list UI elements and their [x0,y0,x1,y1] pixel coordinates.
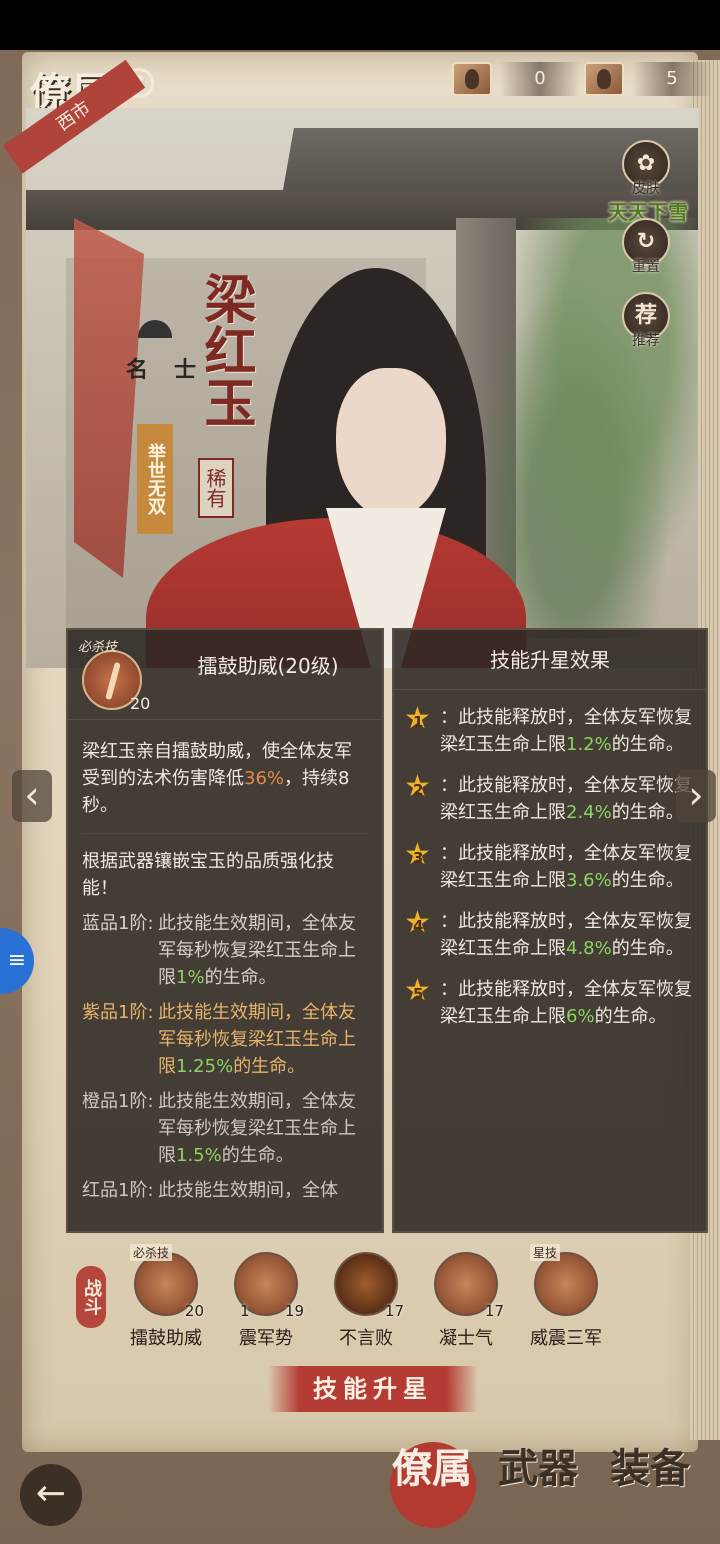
status-bar [0,0,720,50]
star-effects-title: 技能升星效果 [394,630,706,690]
star-icon: ★ 1 [404,701,431,736]
tier-purple: 紫品1阶: 此技能生效期间，全体友军每秒恢复梁红玉生命上限1.25%的生命。 [82,1002,356,1077]
tier-blue: 蓝品1阶: 此技能生效期间，全体友军每秒恢复梁红玉生命上限1%的生命。 [82,913,356,988]
skill-level: 20 [130,694,151,713]
title-badge: 举世无双 [137,424,173,534]
star-effect-item: ★ 4 ：此技能释放时，全体友军恢复梁红玉生命上限4.8%的生命。 [404,905,692,960]
sword-skill-icon: 17 [434,1252,504,1320]
flame-skill-icon: 17 [334,1252,404,1320]
star-effects-panel: 技能升星效果 ★ 1 ：此技能释放时，全体友军恢复梁红玉生命上限1.2%的生命。 … [392,628,708,1233]
battle-category-tab[interactable]: 战斗 [76,1266,106,1328]
hero-scene [26,108,698,668]
recommend-button[interactable]: 荐 推荐 [620,292,672,350]
skin-button[interactable]: ✿ 皮肤 [620,140,672,198]
back-arrow-icon[interactable]: ← [20,1464,82,1526]
skill-slot-5[interactable]: 星技 威震三军 [516,1244,616,1350]
rarity-badge: 稀有 [198,458,234,518]
tier-red: 红品1阶: 此技能生效期间，全体 [82,1180,338,1201]
drum-skill-icon: 必杀技 20 [130,1244,204,1320]
star-effect-item: ★ 1 ：此技能释放时，全体友军恢复梁红玉生命上限1.2%的生命。 [404,701,692,756]
shield-skill-icon: 1 19 [234,1252,304,1320]
skill-note: 根据武器镶嵌宝玉的品质强化技能！ [82,851,334,899]
bamboo [488,218,698,638]
skill-upgrade-button[interactable]: 技能升星 [268,1366,478,1412]
tab-weapons[interactable]: 武器 [498,1436,578,1494]
skill-slot-3[interactable]: 17 不言败 [316,1252,416,1350]
star-icon: ★ 3 [404,837,431,872]
star-icon: ★ 2 [404,769,431,804]
scroll-token-icon [584,62,624,96]
skill-slot-1[interactable]: 必杀技 20 擂鼓助威 [116,1244,216,1350]
skill-title: 擂鼓助威(20级) [197,654,339,678]
army-skill-icon: 星技 [530,1244,598,1316]
reset-label: 重置 [632,259,660,275]
tab-retainers[interactable]: 僚属 [392,1436,472,1494]
ultimate-tag: 必杀技 [78,640,118,655]
tab-equipment[interactable]: 装备 [610,1436,690,1494]
hero-name: 梁红玉 [195,272,256,428]
portrait-token-icon [452,62,492,96]
star-effect-item: ★ 2 ：此技能释放时，全体友军恢复梁红玉生命上限2.4%的生命。 [404,769,692,824]
skill-detail-panel: 必杀技 20 擂鼓助威(20级) 梁红玉亲自擂鼓助威，使全体友军受到的法术伤害降… [66,628,384,1233]
resource-value: 5 [632,62,712,96]
star-icon: ★ 5 [404,973,431,1008]
star-effect-item: ★ 5 ：此技能释放时，全体友军恢复梁红玉生命上限6%的生命。 [404,973,692,1028]
tier-orange: 橙品1阶: 此技能生效期间，全体友军每秒恢复梁红玉生命上限1.5%的生命。 [82,1091,356,1166]
resource-value: 0 [500,62,580,96]
divider [82,833,368,834]
reset-button[interactable]: ↻ 重置 [620,218,672,276]
prev-hero-arrow-icon[interactable]: ‹ [12,770,52,822]
skill-slot-4[interactable]: 17 凝士气 [416,1252,516,1350]
star-effect-item: ★ 3 ：此技能释放时，全体友军恢复梁红玉生命上限3.6%的生命。 [404,837,692,892]
star-icon: ★ 4 [404,905,431,940]
skill-detail-header: 必杀技 20 擂鼓助威(20级) [68,630,382,720]
recommend-label: 推荐 [632,333,660,349]
skill-description: 梁红玉亲自擂鼓助威，使全体友军受到的法术伤害降低36%，持续8秒。 [82,741,352,816]
next-hero-arrow-icon[interactable]: › [676,770,716,822]
hero-face [336,368,446,518]
skin-label: 皮肤 [632,181,660,197]
skill-slot-2[interactable]: 1 19 震军势 [216,1252,316,1350]
